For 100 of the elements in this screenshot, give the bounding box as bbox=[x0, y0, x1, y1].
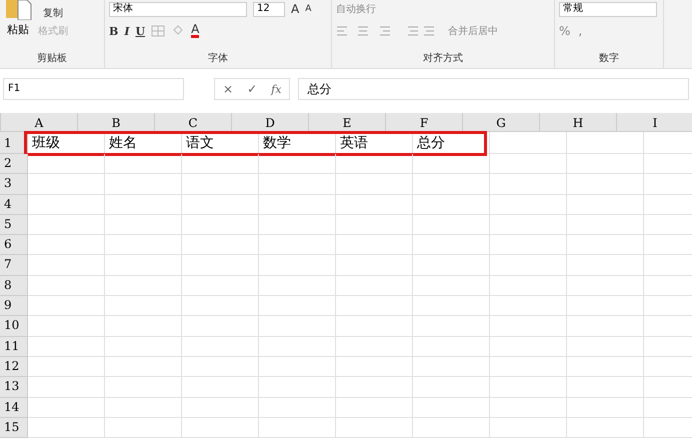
table-cell[interactable] bbox=[182, 418, 259, 438]
table-cell[interactable] bbox=[28, 418, 105, 438]
table-cell[interactable] bbox=[567, 154, 644, 174]
font-name-field[interactable]: 宋体 bbox=[109, 2, 247, 16]
table-cell[interactable] bbox=[336, 174, 413, 195]
row-header[interactable]: 11 bbox=[0, 336, 28, 357]
table-cell[interactable] bbox=[182, 235, 259, 256]
table-cell[interactable] bbox=[413, 194, 490, 215]
table-cell[interactable] bbox=[567, 214, 644, 236]
table-cell[interactable] bbox=[182, 276, 259, 296]
table-cell[interactable] bbox=[259, 336, 336, 357]
table-cell[interactable] bbox=[105, 154, 182, 174]
row-header[interactable]: 7 bbox=[0, 255, 28, 276]
table-cell[interactable] bbox=[336, 154, 413, 174]
row-header[interactable]: 4 bbox=[0, 194, 28, 215]
table-cell[interactable] bbox=[105, 214, 182, 236]
table-cell[interactable] bbox=[413, 154, 490, 174]
table-cell[interactable] bbox=[336, 336, 413, 357]
table-cell[interactable] bbox=[105, 316, 182, 337]
table-cell[interactable] bbox=[413, 296, 490, 316]
formula-field[interactable]: 总分 bbox=[298, 78, 689, 100]
table-cell[interactable] bbox=[259, 194, 336, 215]
table-cell[interactable] bbox=[490, 154, 567, 174]
column-header[interactable]: G bbox=[463, 113, 540, 132]
column-header[interactable]: E bbox=[309, 113, 386, 132]
table-cell[interactable] bbox=[105, 377, 182, 398]
table-cell[interactable] bbox=[259, 255, 336, 276]
table-cell[interactable] bbox=[336, 255, 413, 276]
font-size-field[interactable]: 12 bbox=[253, 2, 285, 16]
table-cell[interactable] bbox=[567, 398, 644, 418]
table-cell[interactable] bbox=[182, 194, 259, 215]
row-header[interactable]: 9 bbox=[0, 296, 28, 316]
table-cell[interactable] bbox=[567, 296, 644, 316]
table-cell[interactable] bbox=[413, 235, 490, 256]
table-cell[interactable] bbox=[413, 316, 490, 337]
table-cell[interactable] bbox=[28, 154, 105, 174]
fill-bucket-icon[interactable] bbox=[171, 25, 186, 37]
table-cell[interactable] bbox=[259, 296, 336, 316]
table-cell[interactable] bbox=[490, 132, 567, 154]
table-cell[interactable] bbox=[28, 336, 105, 357]
table-cell[interactable] bbox=[567, 336, 644, 357]
table-cell[interactable] bbox=[567, 255, 644, 276]
column-header[interactable]: C bbox=[155, 113, 232, 132]
table-cell[interactable]: 语文 bbox=[182, 132, 259, 154]
table-cell[interactable] bbox=[567, 132, 644, 154]
table-cell[interactable] bbox=[336, 296, 413, 316]
table-cell[interactable] bbox=[490, 296, 567, 316]
table-cell[interactable] bbox=[259, 235, 336, 256]
table-cell[interactable] bbox=[28, 316, 105, 337]
table-cell[interactable] bbox=[182, 154, 259, 174]
table-cell[interactable] bbox=[336, 398, 413, 418]
table-cell[interactable] bbox=[28, 296, 105, 316]
formula-button[interactable]: ✓ bbox=[247, 82, 258, 96]
column-header[interactable]: F bbox=[386, 113, 463, 132]
paste-button[interactable]: 粘贴 bbox=[7, 22, 29, 37]
table-cell[interactable]: 班级 bbox=[28, 132, 105, 154]
table-cell[interactable] bbox=[259, 418, 336, 438]
increase-font-button[interactable]: A bbox=[291, 2, 300, 16]
row-header[interactable]: 5 bbox=[0, 214, 28, 236]
table-cell[interactable] bbox=[28, 255, 105, 276]
table-cell[interactable] bbox=[182, 336, 259, 357]
table-cell[interactable]: 数学 bbox=[259, 132, 336, 154]
font-style-button[interactable]: B bbox=[109, 24, 118, 38]
row-header[interactable]: 15 bbox=[0, 418, 28, 438]
font-color-button[interactable]: A bbox=[191, 24, 200, 38]
table-cell[interactable] bbox=[259, 154, 336, 174]
table-cell[interactable] bbox=[182, 214, 259, 236]
table-cell[interactable] bbox=[490, 398, 567, 418]
table-cell[interactable] bbox=[336, 194, 413, 215]
column-header[interactable]: B bbox=[78, 113, 155, 132]
table-cell[interactable] bbox=[182, 356, 259, 378]
table-cell[interactable] bbox=[490, 174, 567, 195]
table-cell[interactable] bbox=[336, 316, 413, 337]
row-header[interactable]: 3 bbox=[0, 174, 28, 195]
table-cell[interactable] bbox=[490, 235, 567, 256]
table-cell[interactable] bbox=[105, 255, 182, 276]
table-cell[interactable] bbox=[105, 235, 182, 256]
table-cell[interactable] bbox=[567, 235, 644, 256]
table-cell[interactable] bbox=[28, 377, 105, 398]
table-cell[interactable] bbox=[105, 276, 182, 296]
table-cell[interactable] bbox=[182, 255, 259, 276]
table-cell[interactable] bbox=[490, 194, 567, 215]
table-cell[interactable] bbox=[182, 316, 259, 337]
row-header[interactable]: 12 bbox=[0, 356, 28, 378]
column-header[interactable]: A bbox=[1, 113, 78, 132]
table-cell[interactable] bbox=[567, 377, 644, 398]
name-box[interactable]: F1 bbox=[3, 78, 184, 100]
table-cell[interactable]: 姓名 bbox=[105, 132, 182, 154]
table-cell[interactable] bbox=[182, 174, 259, 195]
clipboard-button[interactable]: 复制 bbox=[38, 6, 68, 20]
table-cell[interactable] bbox=[182, 398, 259, 418]
table-cell[interactable] bbox=[490, 418, 567, 438]
table-cell[interactable] bbox=[259, 174, 336, 195]
row-header[interactable]: 6 bbox=[0, 235, 28, 256]
table-cell[interactable] bbox=[259, 356, 336, 378]
table-cell[interactable] bbox=[336, 276, 413, 296]
table-cell[interactable] bbox=[567, 356, 644, 378]
table-cell[interactable] bbox=[413, 418, 490, 438]
table-cell[interactable] bbox=[105, 356, 182, 378]
table-cell[interactable] bbox=[28, 194, 105, 215]
